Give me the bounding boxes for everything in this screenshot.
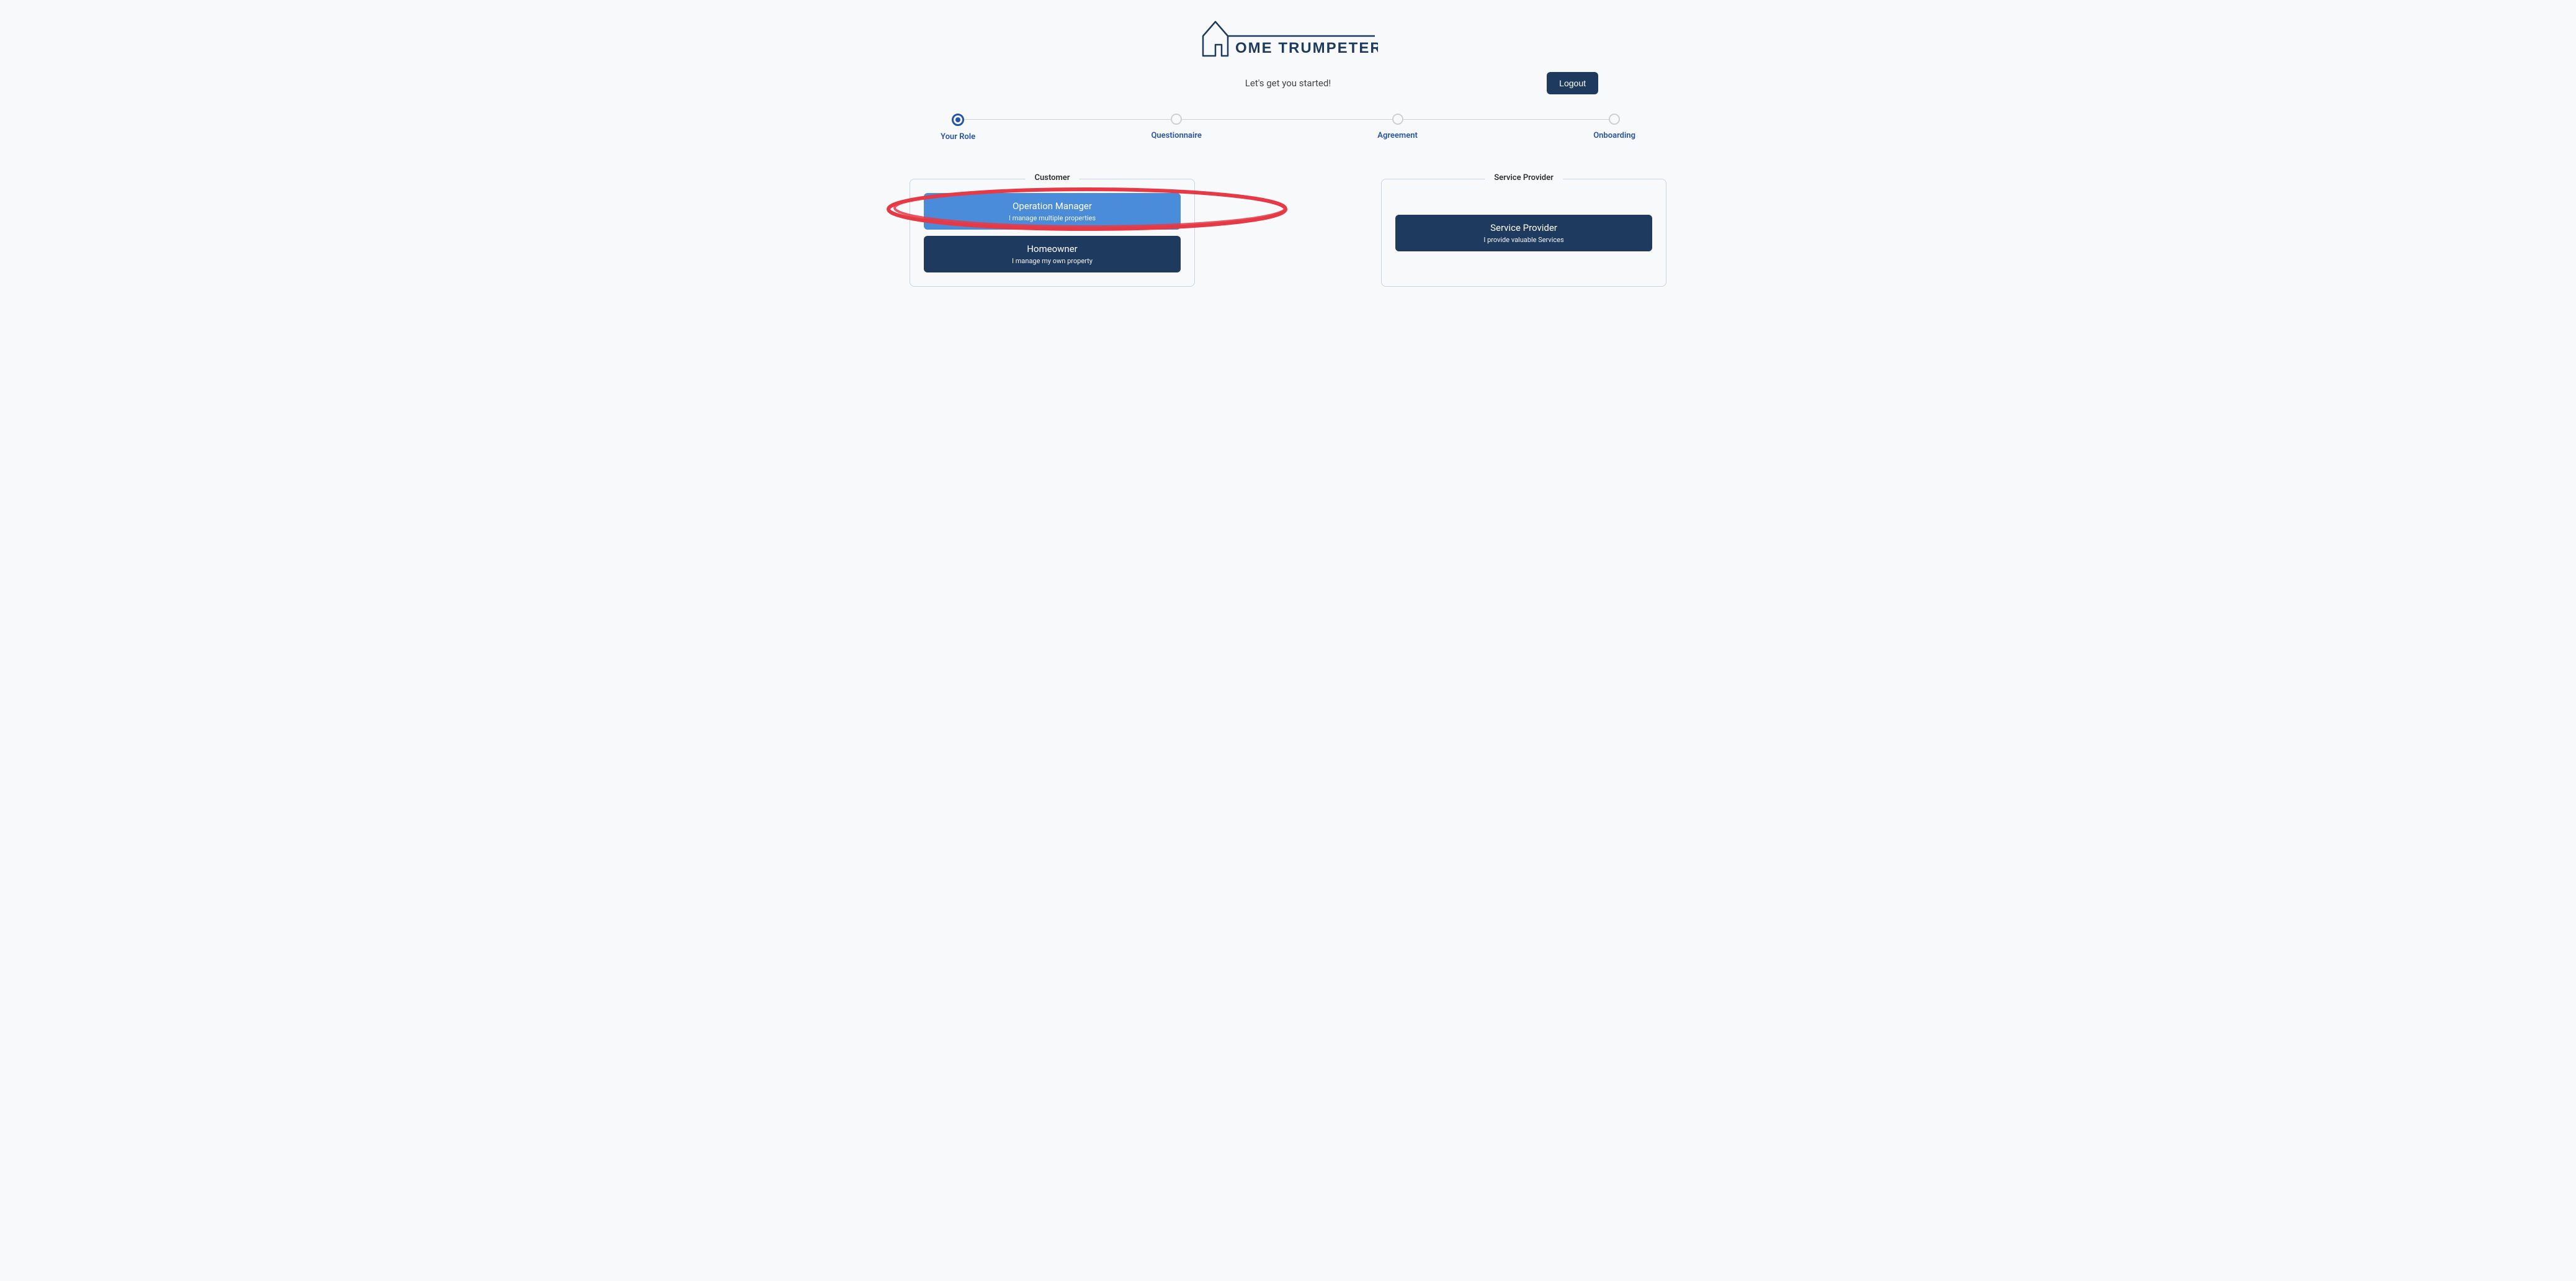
step-label: Onboarding bbox=[1593, 131, 1635, 140]
page-container: OME TRUMPETER Let's get you started! Log… bbox=[854, 19, 1722, 287]
stepper: Your Role Questionnaire Agreement Onboar… bbox=[941, 114, 1635, 142]
step-label: Your Role bbox=[941, 132, 975, 142]
step-circle-icon bbox=[952, 114, 964, 126]
step-circle-icon bbox=[1609, 114, 1620, 125]
customer-section-title: Customer bbox=[1026, 173, 1080, 182]
role-option-title: Service Provider bbox=[1408, 222, 1640, 233]
step-circle-icon bbox=[1392, 114, 1403, 125]
logout-button[interactable]: Logout bbox=[1547, 72, 1598, 94]
service-provider-section: Service Provider Service Provider I prov… bbox=[1381, 179, 1666, 287]
step-onboarding[interactable]: Onboarding bbox=[1593, 114, 1635, 140]
step-label: Questionnaire bbox=[1151, 131, 1201, 140]
role-option-title: Homeowner bbox=[936, 243, 1168, 254]
role-option-description: I manage multiple properties bbox=[936, 214, 1168, 222]
logo-container: OME TRUMPETER bbox=[879, 19, 1697, 62]
brand-logo: OME TRUMPETER bbox=[1198, 19, 1378, 62]
role-option-service-provider[interactable]: Service Provider I provide valuable Serv… bbox=[1395, 215, 1652, 251]
step-circle-icon bbox=[1171, 114, 1182, 125]
header-row: Let's get you started! Logout bbox=[879, 78, 1697, 89]
role-option-description: I provide valuable Services bbox=[1408, 236, 1640, 244]
role-option-homeowner[interactable]: Homeowner I manage my own property bbox=[924, 236, 1181, 272]
stepper-line bbox=[959, 119, 1617, 120]
step-label: Agreement bbox=[1377, 131, 1418, 140]
brand-text: OME TRUMPETER bbox=[1235, 40, 1378, 56]
step-agreement[interactable]: Agreement bbox=[1377, 114, 1418, 140]
step-questionnaire[interactable]: Questionnaire bbox=[1151, 114, 1201, 140]
role-cards: Customer Operation Manager I manage mult… bbox=[910, 179, 1666, 287]
step-your-role[interactable]: Your Role bbox=[941, 114, 975, 142]
highlight-annotation bbox=[882, 184, 1292, 234]
role-option-description: I manage my own property bbox=[936, 257, 1168, 265]
customer-section: Customer Operation Manager I manage mult… bbox=[910, 179, 1195, 287]
page-subtitle: Let's get you started! bbox=[1245, 78, 1331, 89]
service-provider-section-title: Service Provider bbox=[1485, 173, 1563, 182]
